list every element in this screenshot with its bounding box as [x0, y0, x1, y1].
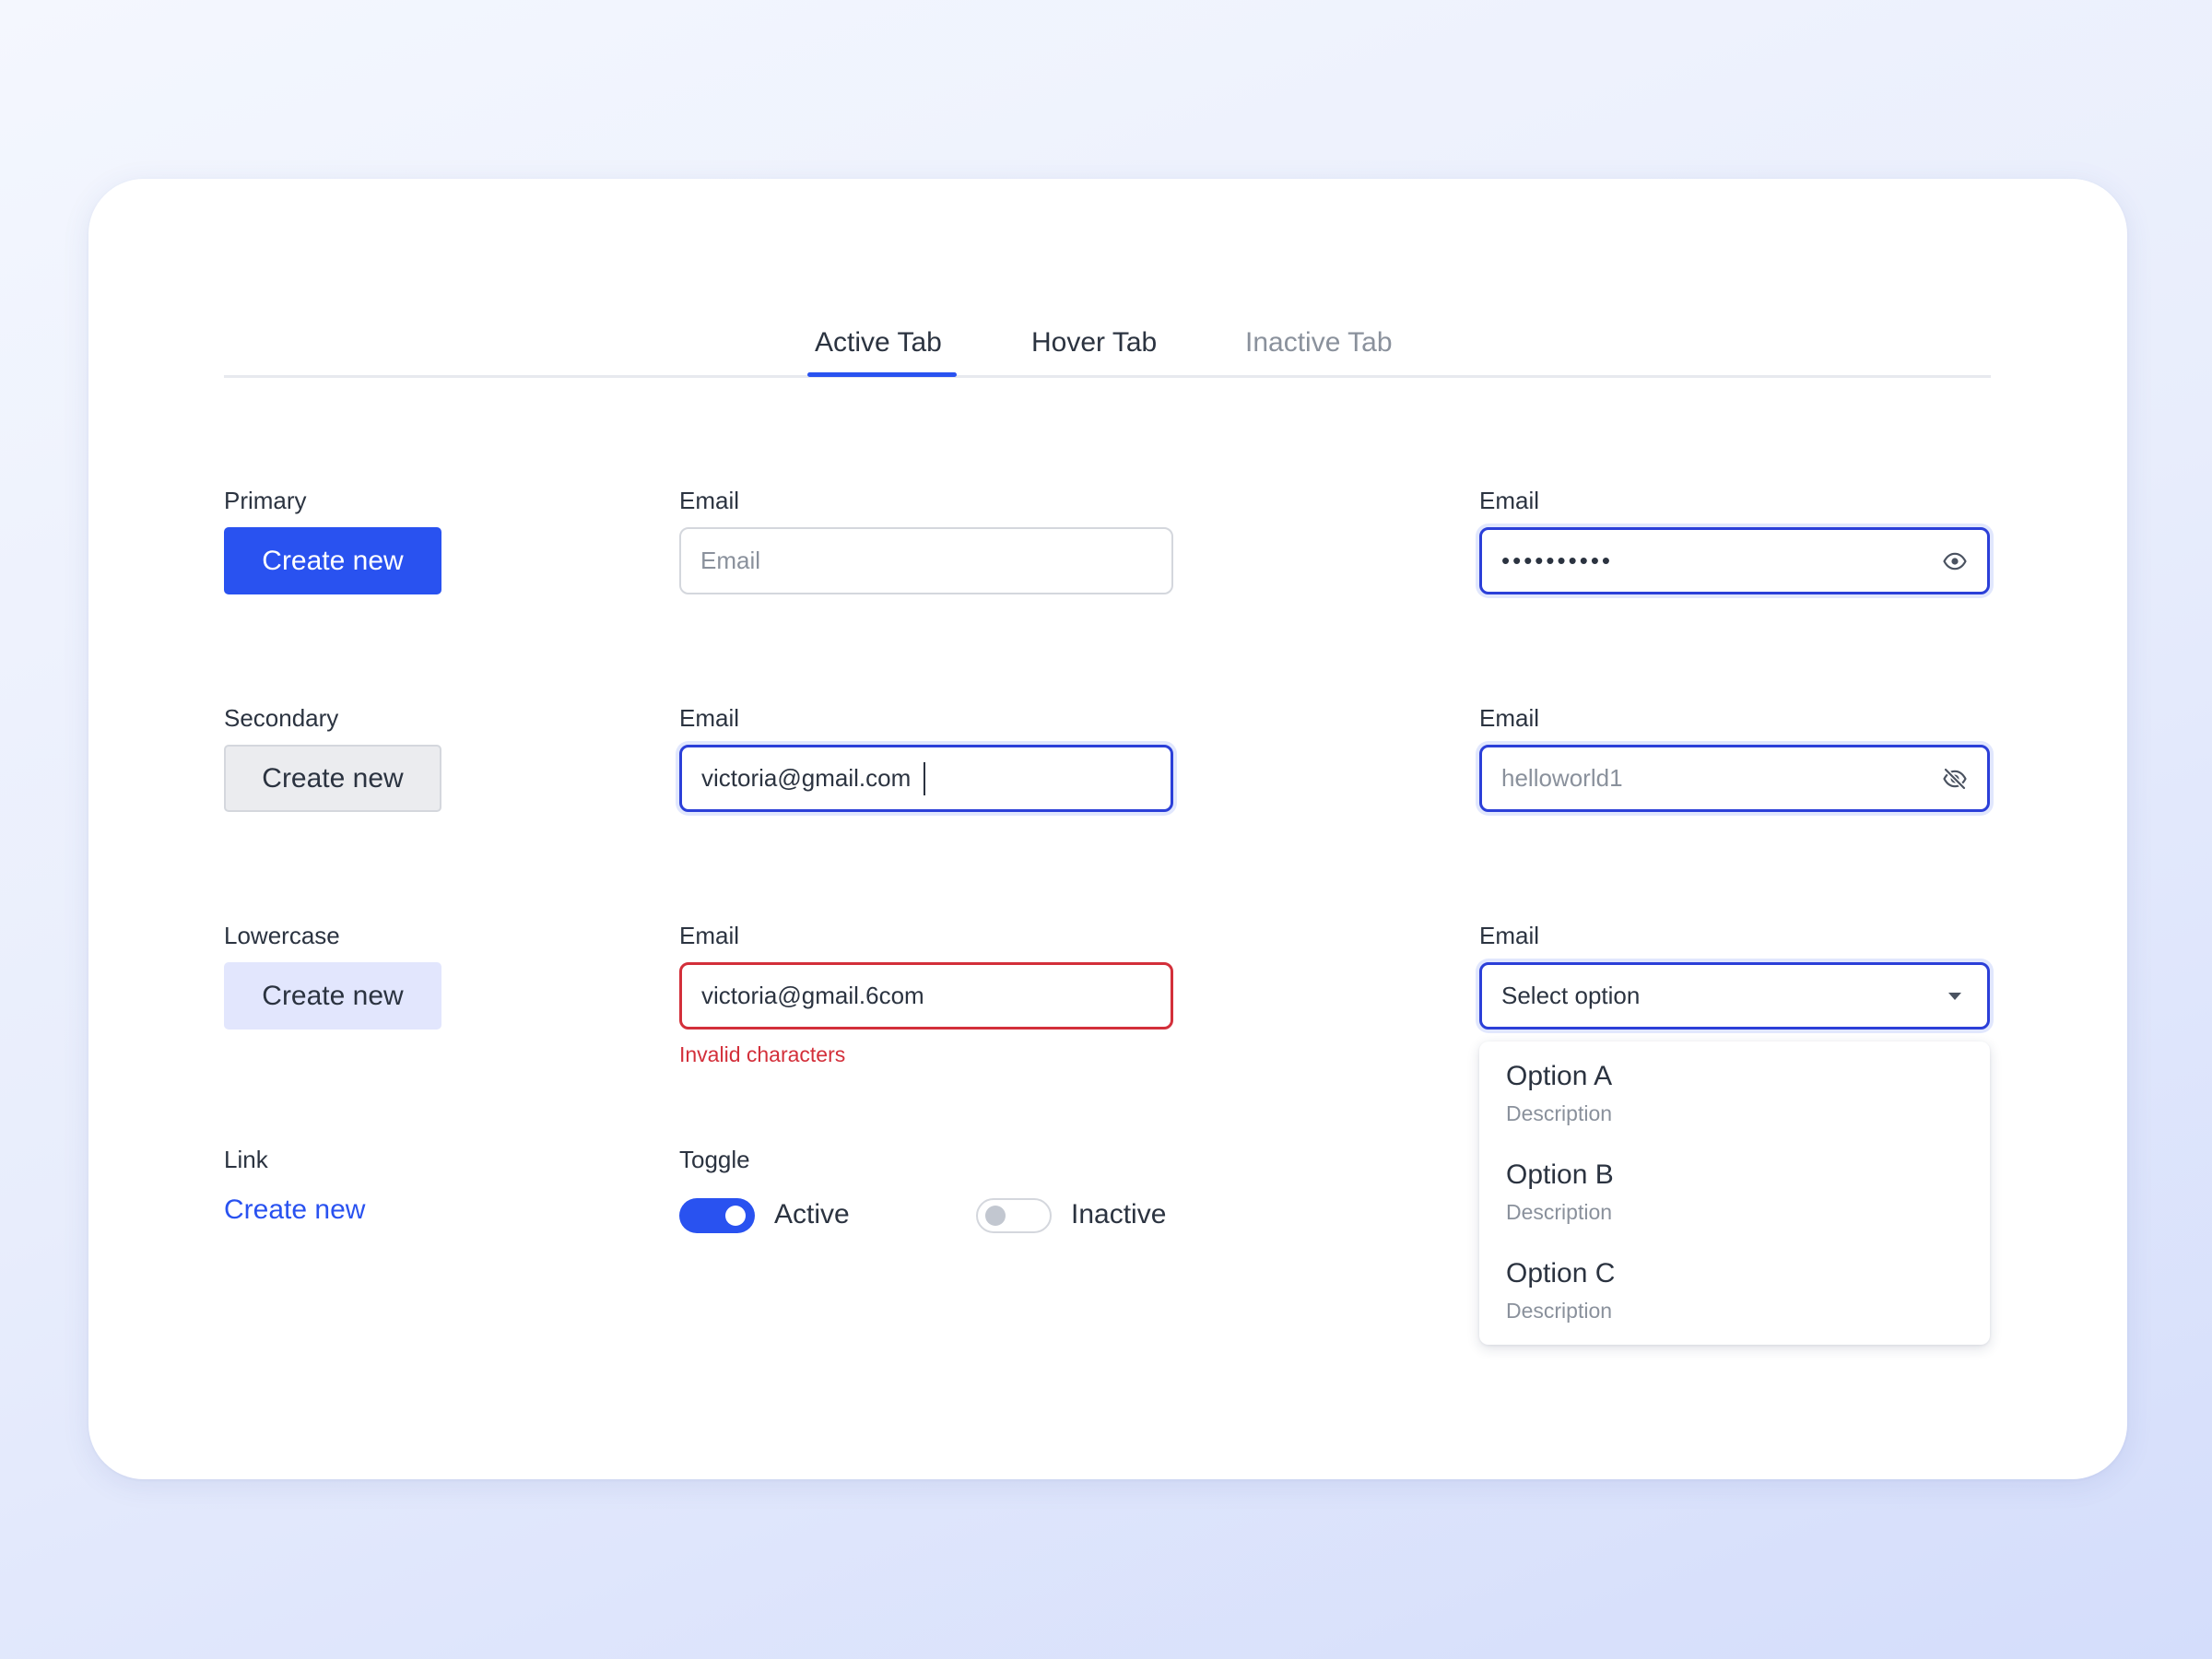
- toggle-active-label: Active: [774, 1199, 850, 1230]
- email-focused-label: Email: [679, 704, 740, 732]
- email-focused-value: victoria@gmail.com: [701, 764, 912, 792]
- password-shown-label: Email: [1479, 704, 1540, 732]
- toggle-inactive[interactable]: [976, 1198, 1052, 1233]
- secondary-create-button[interactable]: Create new: [224, 745, 441, 812]
- password-hidden-label: Email: [1479, 487, 1540, 514]
- option-description: Description: [1506, 1200, 1613, 1224]
- toggle-active[interactable]: [679, 1198, 755, 1233]
- email-field-focused[interactable]: victoria@gmail.com: [679, 745, 1173, 812]
- email-field-error[interactable]: victoria@gmail.6com: [679, 962, 1173, 1030]
- toggle-knob: [985, 1206, 1006, 1226]
- select-value: Select option: [1501, 982, 1641, 1009]
- option-title: Option A: [1506, 1061, 1613, 1091]
- select-option-c[interactable]: Option C Description: [1479, 1255, 1990, 1347]
- password-shown-value: helloworld1: [1501, 764, 1623, 792]
- email-placeholder: Email: [700, 547, 761, 574]
- toggle-label: Toggle: [679, 1146, 750, 1173]
- text-caret: [924, 761, 926, 795]
- eye-off-icon[interactable]: [1941, 765, 1969, 793]
- password-dots: ••••••••••: [1501, 547, 1614, 574]
- select-label: Email: [1479, 922, 1540, 949]
- link-label: Link: [224, 1146, 268, 1173]
- password-field-hidden[interactable]: ••••••••••: [1479, 527, 1990, 594]
- option-title: Option B: [1506, 1159, 1614, 1190]
- select-option-b[interactable]: Option B Description: [1479, 1157, 1990, 1249]
- active-tab-indicator: [807, 372, 957, 377]
- option-title: Option C: [1506, 1258, 1616, 1288]
- select-option-a[interactable]: Option A Description: [1479, 1058, 1990, 1150]
- email-error-value: victoria@gmail.6com: [701, 982, 924, 1009]
- option-description: Description: [1506, 1101, 1613, 1125]
- lowercase-label: Lowercase: [224, 922, 340, 949]
- tab-hover[interactable]: Hover Tab: [1031, 324, 1157, 361]
- primary-label: Primary: [224, 487, 307, 514]
- password-field-shown[interactable]: helloworld1: [1479, 745, 1990, 812]
- email-error-label: Email: [679, 922, 740, 949]
- eye-icon[interactable]: [1941, 547, 1969, 575]
- select-dropdown[interactable]: Select option: [1479, 962, 1990, 1030]
- toggle-inactive-label: Inactive: [1071, 1199, 1167, 1230]
- toggle-knob: [725, 1206, 746, 1226]
- lowercase-create-button[interactable]: Create new: [224, 962, 441, 1030]
- caret-down-icon[interactable]: [1941, 982, 1969, 1010]
- select-menu: Option A Description Option B Descriptio…: [1479, 1041, 1990, 1345]
- email-error-message: Invalid characters: [679, 1042, 846, 1066]
- tab-active[interactable]: Active Tab: [815, 324, 942, 361]
- tab-inactive[interactable]: Inactive Tab: [1245, 324, 1393, 361]
- email-default-label: Email: [679, 487, 740, 514]
- primary-create-button[interactable]: Create new: [224, 527, 441, 594]
- create-new-link[interactable]: Create new: [224, 1192, 365, 1229]
- email-field-default[interactable]: Email: [679, 527, 1173, 594]
- tab-bar: Active Tab Hover Tab Inactive Tab: [224, 313, 1991, 378]
- secondary-label: Secondary: [224, 704, 339, 732]
- option-description: Description: [1506, 1299, 1613, 1323]
